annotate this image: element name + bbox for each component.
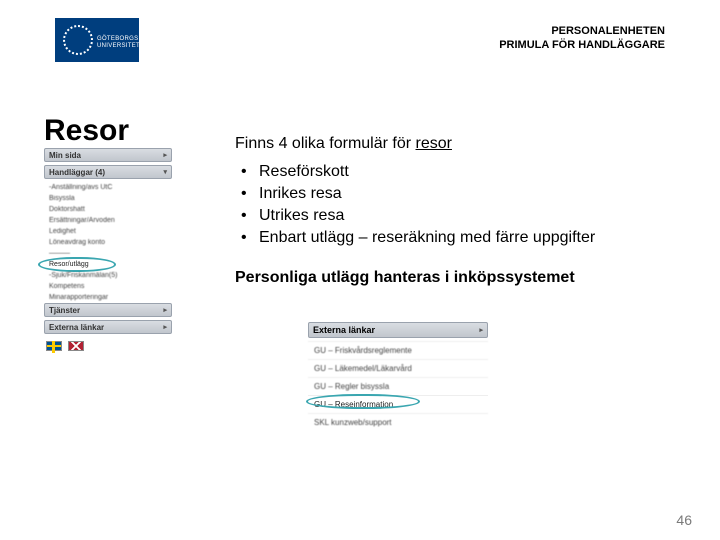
chevron-right-icon: ▸ <box>163 323 167 331</box>
menu-item: Bisyssla <box>44 193 172 204</box>
subheading: Finns 4 olika formulär för resor <box>235 134 675 154</box>
flag-uk-icon <box>68 341 84 351</box>
menu-item-highlighted: Resor/utlägg <box>44 259 172 270</box>
header-subtitle: PRIMULA FÖR HANDLÄGGARE <box>499 38 665 52</box>
bullet-list: Reseförskott Inrikes resa Utrikes resa E… <box>235 162 675 248</box>
left-nav-screenshot: Min sida ▸ Handläggar (4) ▾ -Anställning… <box>44 148 172 351</box>
menu-item: Kompetens <box>44 281 172 292</box>
menu-item: Minarapporteringar <box>44 292 172 303</box>
list-item: Enbart utlägg – reseräkning med färre up… <box>235 228 675 248</box>
logo-text: GÖTEBORGS UNIVERSITET <box>97 36 140 50</box>
external-link-item: GU – Friskvårdsreglemente <box>308 341 488 359</box>
university-logo: GÖTEBORGS UNIVERSITET <box>55 18 139 62</box>
menu-item: ——— <box>44 248 172 259</box>
menu-item: -Anställning/avs UtC <box>44 182 172 193</box>
menu-item: -Sjuk/Friskanmälan(5) <box>44 270 172 281</box>
slide-title: Resor <box>44 114 129 148</box>
external-links-panel: Externa länkar ▸ GU – Friskvårdsreglemen… <box>308 322 488 431</box>
menu-header-min-sida: Min sida ▸ <box>44 148 172 162</box>
menu-item: Doktorshatt <box>44 204 172 215</box>
external-links-header: Externa länkar ▸ <box>308 322 488 338</box>
chevron-right-icon: ▸ <box>163 306 167 314</box>
menu-item: Ersättningar/Arvoden <box>44 215 172 226</box>
external-link-item: GU – Läkemedel/Läkarvård <box>308 359 488 377</box>
external-link-item: GU – Regler bisyssla <box>308 377 488 395</box>
menu-header-externa: Externa länkar ▸ <box>44 320 172 334</box>
menu-header-tjanster: Tjänster ▸ <box>44 303 172 317</box>
chevron-down-icon: ▾ <box>163 168 167 176</box>
external-link-item: SKL kunzweb/support <box>308 413 488 431</box>
language-flags <box>44 337 172 351</box>
menu-header-handlaggar: Handläggar (4) ▾ <box>44 165 172 179</box>
header-org: PERSONALENHETEN PRIMULA FÖR HANDLÄGGARE <box>499 24 665 52</box>
logo-seal-icon <box>63 25 93 55</box>
note-line: Personliga utlägg hanteras i inköpssyste… <box>235 268 675 288</box>
header-dept: PERSONALENHETEN <box>499 24 665 38</box>
chevron-right-icon: ▸ <box>163 151 167 159</box>
menu-item: Löneavdrag konto <box>44 237 172 248</box>
list-item: Reseförskott <box>235 162 675 182</box>
list-item: Utrikes resa <box>235 206 675 226</box>
list-item: Inrikes resa <box>235 184 675 204</box>
external-link-item-highlighted: GU – Reseinformation <box>308 395 488 413</box>
menu-item: Ledighet <box>44 226 172 237</box>
body: Finns 4 olika formulär för resor Reseför… <box>235 134 675 288</box>
chevron-right-icon: ▸ <box>479 326 483 334</box>
flag-sweden-icon <box>46 341 62 351</box>
page-number: 46 <box>676 512 692 528</box>
